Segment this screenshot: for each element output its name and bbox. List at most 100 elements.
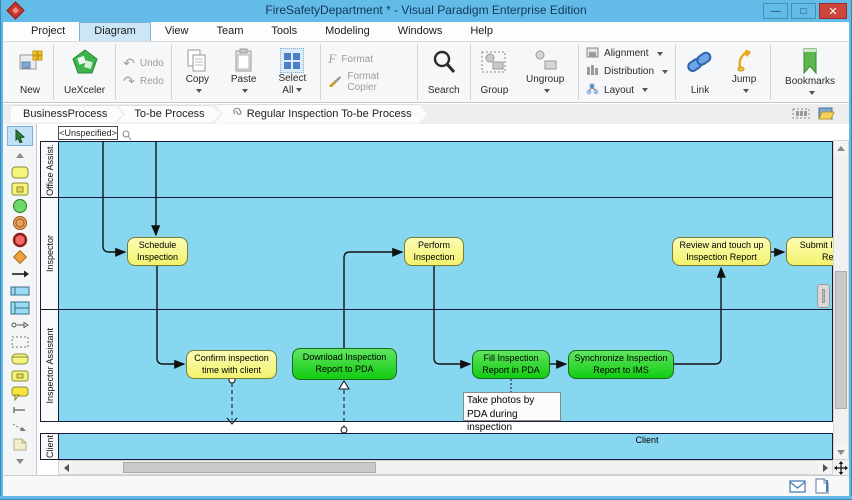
note-tool[interactable] [7, 436, 33, 452]
group-arrange: Alignment Distribution Layout [579, 44, 676, 100]
layout-button[interactable]: Layout [586, 83, 668, 98]
group-format: F Format Format Copier [321, 44, 417, 100]
scroll-down-button[interactable] [834, 445, 848, 459]
menu-windows[interactable]: Windows [384, 22, 457, 41]
maximize-button[interactable]: □ [791, 3, 816, 19]
subprocess-tool[interactable] [7, 181, 33, 197]
format-copier-button[interactable]: Format Copier [328, 71, 409, 93]
flow-schedule-to-confirm[interactable] [157, 266, 184, 364]
messages-icon[interactable] [789, 480, 806, 498]
menu-modeling[interactable]: Modeling [311, 22, 384, 41]
uexceler-button[interactable]: UeXceler [61, 46, 108, 98]
window-border-left [0, 0, 3, 500]
distribution-button[interactable]: Distribution [586, 65, 668, 79]
palette-scroll-up[interactable] [7, 147, 33, 163]
fit-to-window-icon[interactable] [792, 106, 810, 124]
new-button[interactable]: New [14, 46, 46, 98]
breadcrumb-regular-inspection[interactable]: Regular Inspection To-be Process [215, 105, 428, 124]
jump-button[interactable]: Jump [725, 46, 763, 98]
task-schedule-inspection[interactable]: Schedule Inspection [127, 237, 188, 266]
alignment-button[interactable]: Alignment [586, 47, 668, 61]
gateway-tool[interactable] [7, 249, 33, 265]
data-store-tool[interactable] [7, 351, 33, 367]
end-event-tool[interactable] [7, 232, 33, 248]
bookmarks-button[interactable]: Bookmarks [778, 46, 842, 98]
link-icon [686, 48, 714, 76]
copy-icon [186, 48, 208, 74]
menu-bar: Project Diagram View Team Tools Modeling… [3, 22, 849, 42]
flow-sync-to-review[interactable] [674, 268, 721, 364]
vertical-scrollbar[interactable] [833, 140, 849, 460]
pool-client-name: Client [597, 435, 697, 445]
task-fill-inspection-report[interactable]: Fill Inspection Report in PDA [472, 350, 550, 379]
select-all-button[interactable]: Select All [271, 46, 313, 98]
undo-button[interactable]: ↶ Undo [123, 56, 164, 70]
redo-button[interactable]: ↷ Redo [123, 74, 164, 88]
minimize-button[interactable]: — [763, 3, 788, 19]
close-button[interactable]: ✕ [819, 3, 847, 19]
task-confirm-inspection-time[interactable]: Confirm inspection time with client [186, 350, 277, 379]
breadcrumb-tobe-process[interactable]: To-be Process [117, 106, 220, 123]
group-uexceler: UeXceler [54, 44, 116, 100]
diagram-tool-palette [3, 124, 37, 475]
search-button[interactable]: Search [425, 46, 463, 98]
menu-help[interactable]: Help [456, 22, 507, 41]
menu-view[interactable]: View [151, 22, 203, 41]
menu-diagram[interactable]: Diagram [79, 22, 151, 41]
copy-button[interactable]: Copy [179, 46, 216, 98]
menu-project[interactable]: Project [17, 22, 79, 41]
format-copier-icon [328, 75, 342, 90]
bracket-tool[interactable] [7, 402, 33, 418]
menu-tools[interactable]: Tools [257, 22, 311, 41]
horizontal-scrollbar[interactable] [58, 460, 833, 475]
flow-perform-to-fill[interactable] [434, 266, 470, 364]
task-tool[interactable] [7, 164, 33, 180]
group-shape-tool[interactable] [7, 334, 33, 350]
group-button[interactable]: Group [478, 46, 512, 98]
lane-tool[interactable] [7, 300, 33, 316]
flow-download-to-perform[interactable] [344, 252, 402, 348]
diagram-canvas[interactable]: <Unspecified> Office Assist. Inspector I… [37, 124, 833, 460]
scroll-corner-spacer [40, 460, 58, 475]
pool-tool[interactable] [7, 283, 33, 299]
window-border-bottom [0, 496, 852, 500]
callout-tool[interactable] [7, 385, 33, 401]
association-tool[interactable] [7, 317, 33, 333]
vertical-scroll-thumb[interactable] [835, 271, 847, 409]
palette-scroll-down[interactable] [7, 453, 33, 469]
message-flow-confirm-to-client[interactable] [227, 377, 237, 424]
group-link-jump: Link Jump [676, 44, 771, 100]
triangle-right-icon [823, 464, 828, 472]
distribution-icon [586, 65, 599, 79]
scroll-up-button[interactable] [834, 141, 848, 155]
start-event-tool[interactable] [7, 198, 33, 214]
intermediate-event-tool[interactable] [7, 215, 33, 231]
open-specification-icon[interactable] [817, 106, 835, 124]
scroll-right-button[interactable] [818, 461, 832, 474]
panel-grip-handle[interactable] [817, 284, 830, 308]
menu-team[interactable]: Team [202, 22, 257, 41]
flow-into-schedule-left[interactable] [103, 141, 125, 252]
sequence-flow-tool[interactable] [7, 266, 33, 282]
horizontal-scroll-thumb[interactable] [123, 462, 376, 473]
chevron-down-icon [662, 70, 668, 74]
task-download-inspection-report[interactable]: Download Inspection Report to PDA [292, 348, 397, 380]
redo-icon: ↷ [123, 74, 135, 88]
ungroup-button[interactable]: Ungroup [519, 46, 571, 98]
task-perform-inspection[interactable]: Perform Inspection [404, 237, 464, 266]
format-button[interactable]: F Format [328, 51, 409, 67]
scroll-left-button[interactable] [59, 461, 73, 474]
note-take-photos[interactable]: Take photos by PDA during inspection [463, 392, 561, 421]
task-submit-inspection-report[interactable]: Submit Inspection Report [786, 237, 833, 266]
link-button[interactable]: Link [683, 46, 717, 98]
group-clipboard: Copy Paste Select All [172, 44, 322, 100]
data-object-tool[interactable] [7, 368, 33, 384]
pointer-tool[interactable] [7, 126, 33, 146]
task-synchronize-inspection-report[interactable]: Synchronize Inspection Report to IMS [568, 350, 674, 379]
breadcrumb-business-process[interactable]: BusinessProcess [11, 106, 123, 123]
dashed-flow-tool[interactable] [7, 419, 33, 435]
task-review-inspection-report[interactable]: Review and touch up Inspection Report [672, 237, 771, 266]
paste-button[interactable]: Paste [224, 46, 263, 98]
message-flow-client-to-download[interactable] [339, 381, 349, 433]
pan-diagram-button[interactable] [833, 460, 849, 475]
